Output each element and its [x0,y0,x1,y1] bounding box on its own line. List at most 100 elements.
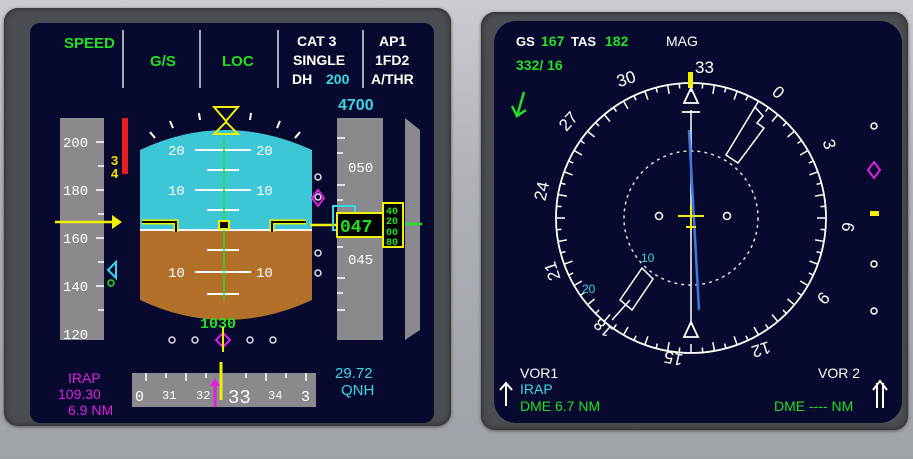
compass-tick [644,336,649,346]
compass-tick [816,250,822,254]
pitch-label: 20 [168,144,185,160]
compass-tick [764,324,770,330]
wind-arrow-icon [510,91,527,118]
compass-tick [557,239,568,243]
speed-label: 120 [63,328,88,344]
compass-tick [808,160,814,164]
vor1-ident: IRAP [520,381,553,397]
compass-tick [633,95,637,101]
compass-label: 30 [614,67,638,91]
compass-tick [799,280,809,287]
flight-mode-annunciator: SPEED G/S LOC CAT 3 SINGLE DH 200 AP1 1F… [64,30,414,88]
radio-altitude: 1030 [200,316,236,333]
baro-value: 29.72 [335,365,373,382]
fma-athr: A/THR [371,71,414,87]
pfd-svg: SPEED G/S LOC CAT 3 SINGLE DH 200 AP1 1F… [55,30,422,418]
heading-tape: 0 31 32 34 3 33 [132,362,316,409]
altitude-label: 045 [348,253,373,269]
primary-flight-display: SPEED G/S LOC CAT 3 SINGLE DH 200 AP1 1F… [30,23,434,423]
display-mode: MAG [666,33,698,49]
compass-tick [595,122,600,127]
compass-tick [587,298,595,306]
compass-tick [816,182,822,186]
vor1-dme: DME 6.7 NM [520,398,600,414]
compass-tick [814,193,825,197]
compass-tick [808,272,814,276]
compass-tick [560,182,566,186]
pitch-label: 10 [256,266,273,282]
pitch-label: 10 [256,184,273,200]
heading-current: 33 [228,387,251,409]
compass-tick [733,90,738,100]
compass-tick [603,114,611,122]
roll-pointer-icon [211,106,241,123]
speed-label: 140 [63,280,88,296]
compass-tick [753,326,760,336]
compass-label: 27 [555,108,582,135]
compass-label: 12 [749,337,773,361]
glideslope-diamond-icon [866,160,882,180]
compass-tick [764,106,770,112]
fma-single: SINGLE [293,52,345,68]
compass-tick [587,130,595,138]
fma-ap: AP1 [379,33,406,49]
compass-tick [666,84,670,95]
speed-label: 180 [63,184,88,200]
vor1-label: VOR1 [520,365,558,381]
compass-tick [712,341,716,352]
compass-tick [745,335,749,341]
ils-ident: IRAP [68,370,101,386]
speed-trend-4: 4 [111,166,119,181]
altitude-label: 050 [348,161,373,177]
vor1-arrow-icon [499,381,513,406]
fma-lateral: LOC [222,53,254,70]
compass-tick [557,193,568,197]
compass-label: 24 [531,180,554,202]
compass-tick [612,106,618,112]
compass-tick [787,130,795,138]
compass-label: 6 [838,221,858,234]
pitch-label: 10 [168,266,185,282]
speed-tape: 200 180 160 140 120 3 4 [55,118,128,344]
fma-fd: 1FD2 [375,52,409,68]
lubber-line [688,72,693,88]
compass-tick [771,114,779,122]
compass-tick [814,239,825,243]
range-label: 10 [641,251,655,265]
compass-tick [595,309,600,314]
green-dot-icon [107,279,115,287]
glideslope-diamond-icon [310,188,326,208]
compass-tick [797,291,803,297]
ils-frequency: 109.30 [58,386,101,402]
compass-tick [745,95,749,101]
fma-vertical: G/S [150,53,176,70]
compass-label: 21 [540,259,564,283]
drum-value: 80 [386,238,398,249]
compass-tick [799,149,809,156]
compass-tick [733,336,738,346]
compass-tick [563,171,573,176]
altitude-tape: 4700 050 045 047 40 20 00 80 [332,97,422,340]
vor2-dme: DME ---- NM [774,398,853,414]
pitch-label: 20 [256,144,273,160]
compass-tick [560,250,566,254]
pitch-label: 10 [168,184,185,200]
vertical-speed-scale [405,118,420,340]
fma-dh-value: 200 [326,71,350,87]
compass-tick [622,326,629,336]
tas-value: 182 [605,33,629,49]
heading-label: 31 [162,389,176,403]
compass-tick [723,343,727,349]
compass-tick [797,139,803,145]
speed-pointer-icon [112,215,122,229]
nd-svg: GS 167 TAS 182 332/ 16 MAG 33 0 3 6 9 12… [499,33,888,414]
compass-tick [655,343,659,349]
speed-bug-icon [106,259,117,281]
navigation-display: GS 167 TAS 182 332/ 16 MAG 33 0 3 6 9 12… [494,21,902,423]
wind-readout: 332/ 16 [516,57,563,73]
compass-tick [633,335,637,341]
compass-tick [723,87,727,93]
heading-label: 0 [135,389,144,406]
fma-cat: CAT 3 [297,33,337,49]
fma-speed: SPEED [64,35,115,52]
